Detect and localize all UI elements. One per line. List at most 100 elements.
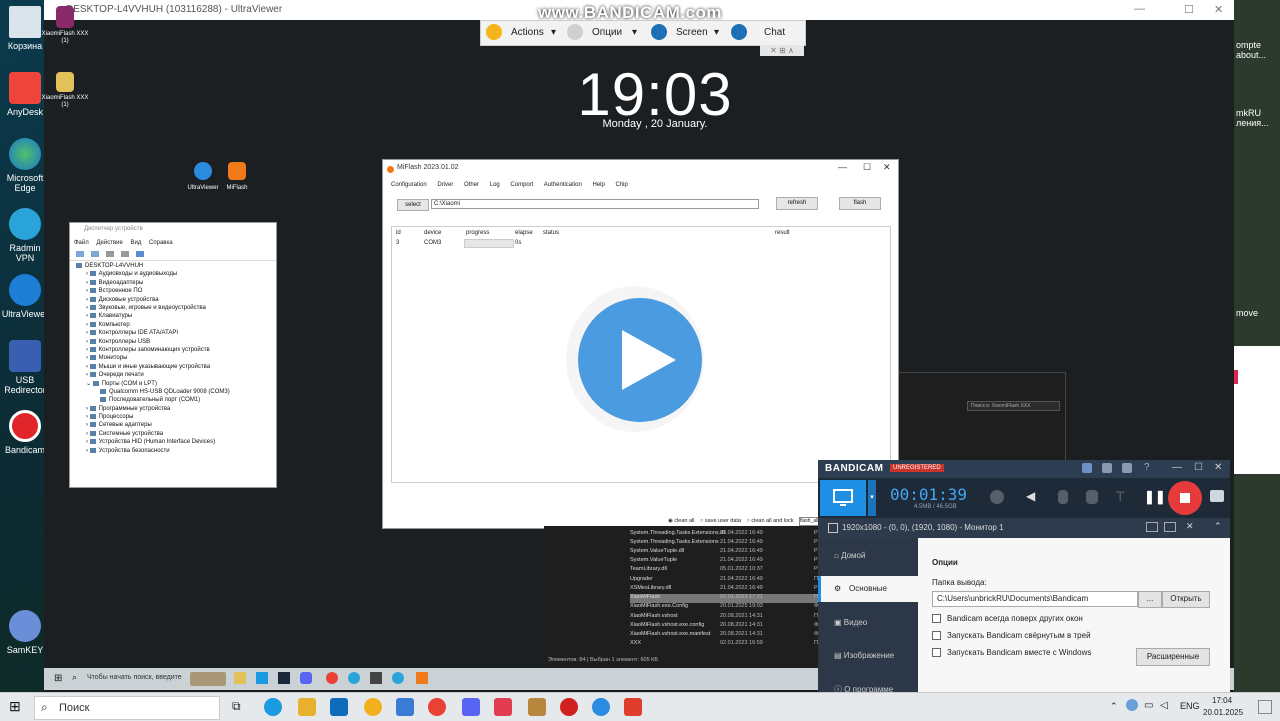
menu-other[interactable]: Other [464,182,479,188]
screen-mode-button[interactable] [820,480,866,516]
menu-comport[interactable]: Comport [510,182,533,188]
remote-search-input[interactable]: Чтобы начать поиск, введите [87,674,182,681]
nav-video[interactable]: ▣ Видео [834,618,867,627]
microphone-icon[interactable] [1058,490,1068,504]
region-icon[interactable] [1164,522,1176,532]
app-icon[interactable] [462,698,480,716]
settings-icon[interactable] [1122,463,1132,473]
ultraviewer-icon[interactable] [592,698,610,716]
nav-image[interactable]: ▤ Изображение [834,651,894,660]
tree-item[interactable]: › Встроенное ПО [76,288,276,296]
menu-chip[interactable]: Chip [616,182,628,188]
tree-item[interactable]: › Звуковые, игровые и видеоустройства [76,304,276,313]
flash-button[interactable]: flash [839,197,881,210]
tree-item[interactable]: › Контроллеры IDE ATA/ATAPI [76,330,276,338]
tree-item[interactable]: › Дисковые устройства [76,296,276,305]
path-input[interactable]: C:\Xiaomi [431,199,759,209]
folder-icon[interactable] [1102,463,1112,473]
nav-general[interactable]: ⚙ Основные [818,576,918,602]
chrome-icon[interactable] [428,698,446,716]
tree-item[interactable]: › Аудиовходы и аудиовыходы [76,271,276,279]
miflash-icon[interactable] [416,672,428,684]
option-always-on-top[interactable]: Bandicam всегда поверх других окон [932,614,1083,624]
maximize-button[interactable]: ☐ [1194,462,1203,473]
tree-item[interactable]: ⌄ Порты (COM и LPT) [76,380,276,388]
file-row[interactable]: System.ValueTuple 21.04.2022 16:49 Р [630,557,820,566]
maximize-button[interactable]: ☐ [863,162,871,173]
app-icon[interactable] [396,698,414,716]
anydesk-icon[interactable] [624,698,642,716]
close-button[interactable]: ✕ [1214,462,1222,473]
text-icon[interactable]: T [1116,488,1125,504]
minimize-button[interactable]: — [1172,462,1182,473]
tree-item[interactable]: › Компьютер [76,321,276,330]
desktop-icon-edge[interactable]: Microsoft Edge [0,138,50,193]
desktop-icon-radmin-vpn[interactable]: Radmin VPN [0,208,50,263]
lock-icon[interactable] [1082,463,1092,473]
stop-record-button[interactable] [1168,481,1202,515]
folder-icon[interactable] [234,672,246,684]
edge-icon[interactable] [256,672,268,684]
app-icon[interactable] [494,698,512,716]
file-row[interactable]: Upgrader 21.04.2022 16:49 П [630,576,820,585]
language-indicator[interactable]: ENG [1180,701,1200,711]
menu-help[interactable]: Help [592,182,604,188]
minimize-button[interactable]: — [838,162,847,172]
radio-save-user-data[interactable]: ○ save user data [700,518,741,524]
browse-button[interactable]: ... [1138,591,1162,608]
explorer-search-input[interactable]: Поиск в: XiaomiFlash XXX [967,401,1060,411]
cursor-icon[interactable] [1086,490,1098,504]
file-row[interactable]: XiaoMiFlash.vshost.exe.config 20.08.2021 … [630,622,820,631]
forward-icon[interactable] [91,251,100,257]
app-icon[interactable] [370,672,382,684]
file-row[interactable]: XiaoMiFlash.vshost.exe.manifest 20.08.202… [630,631,820,640]
file-row[interactable]: TeamLibrary.dll 05.01.2022 10:37 Р [630,566,820,575]
help-icon[interactable] [121,251,130,257]
desktop-icon-bandicam[interactable]: Bandicam [0,410,50,455]
remote-icon-miflash[interactable]: MiFlash [212,162,262,193]
maximize-button[interactable]: ☐ [1184,3,1194,16]
options-menu[interactable]: Опции [592,27,622,38]
toolbar-controls[interactable]: ✕ ⊞ ∧ [760,45,804,56]
monitor-icon[interactable] [136,251,145,257]
actions-menu[interactable]: Actions [511,27,544,38]
chat-button[interactable]: Chat [764,27,785,38]
close-button[interactable]: ✕ [1214,3,1223,16]
menu-view[interactable]: Вид [131,240,142,246]
tray-chevron-icon[interactable]: ⌃ [1110,701,1118,712]
webcam-icon[interactable] [990,490,1004,504]
tree-item-root[interactable]: DESKTOP-L4VVHUH [76,263,276,271]
telegram-icon[interactable] [392,672,404,684]
close-icon[interactable]: ✕ [1186,521,1194,532]
desktop-icon-samkey[interactable]: SamKEY [0,610,50,655]
tree-item[interactable]: › Мониторы [76,355,276,363]
file-row[interactable]: XXX 02.01.2023 16:59 П [630,640,820,649]
script-input[interactable]: flash_all [799,517,819,526]
output-folder-input[interactable]: C:\Users\unbrickRU\Documents\Bandicam [932,591,1138,607]
tree-item[interactable]: › Устройства безопасности [76,447,276,456]
radio-clean-all-lock[interactable]: ○ clean all and lock [747,518,794,524]
checkbox[interactable] [932,631,941,641]
tree-item[interactable]: › Мыши и иные указывающие устройства [76,363,276,372]
minimize-button[interactable]: — [1134,3,1145,15]
tree-item[interactable]: › Клавиатуры [76,313,276,321]
tree-item-qualcomm[interactable]: Qualcomm HS-USB QDLoader 9008 (COM3) [76,388,276,397]
play-icon[interactable] [578,298,702,422]
outlook-icon[interactable] [330,698,348,716]
remote-icon-xiaomiflash[interactable]: XiaomiFlash XXX (1) [40,6,90,45]
volume-icon[interactable]: ◁ [1160,700,1168,711]
discord-icon[interactable] [300,672,312,684]
ultraviewer-icon[interactable] [348,672,360,684]
chevron-down-icon[interactable]: ▾ [714,27,719,38]
file-row[interactable]: XiaoMiFlash.exe.Config 20.01.2025 19:03 Ф [630,603,820,612]
open-folder-button[interactable]: Открыть [1162,591,1210,608]
chevron-down-icon[interactable]: ▾ [551,27,556,38]
checkbox[interactable] [932,648,941,658]
chevron-down-icon[interactable]: ▾ [632,27,637,38]
tree-item[interactable]: › Видеоадаптеры [76,279,276,288]
file-row[interactable]: XiaoMiFlash.vshost 20.08.2021 14:31 П [630,613,820,622]
desktop-icon-ultraviewer[interactable]: UltraViewer [0,274,50,319]
tree-item[interactable]: › Системные устройства [76,430,276,439]
windows-start-icon[interactable]: ⊞ [9,698,21,715]
clock-time[interactable]: 17:04 [1212,696,1232,705]
